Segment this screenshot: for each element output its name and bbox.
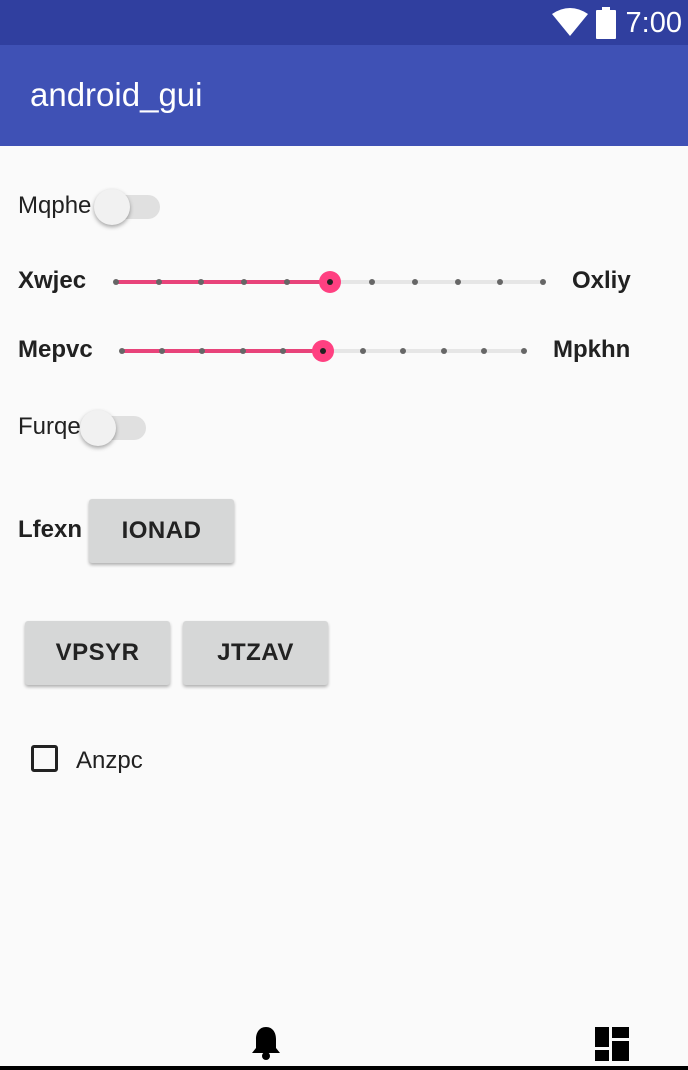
dashboard-icon[interactable] xyxy=(595,1027,629,1061)
switch-mqphe-label: Mqphe xyxy=(18,192,92,219)
ionad-button[interactable]: IONAD xyxy=(89,499,234,563)
slider-thumb[interactable] xyxy=(318,271,341,293)
slider-tick xyxy=(241,279,248,285)
jtzav-button[interactable]: JTZAV xyxy=(183,621,328,685)
wifi-icon xyxy=(552,8,588,36)
slider-tick xyxy=(360,348,367,354)
bell-icon[interactable] xyxy=(250,1025,282,1061)
slider-tick xyxy=(279,348,286,354)
vpsyr-button[interactable]: VPSYR xyxy=(25,621,170,685)
switch-thumb xyxy=(94,189,130,225)
slider-tick xyxy=(440,348,447,354)
slider-xwjec-end-label: Oxliy xyxy=(572,267,631,294)
slider-xwjec-label: Xwjec xyxy=(18,267,87,294)
slider-tick xyxy=(369,279,376,285)
lfexn-label: Lfexn xyxy=(18,516,83,543)
anzpc-checkbox[interactable] xyxy=(31,745,58,772)
slider-tick xyxy=(521,348,527,354)
slider-tick xyxy=(113,279,119,285)
battery-icon xyxy=(596,7,616,39)
slider-tick xyxy=(454,279,461,285)
slider-xwjec[interactable] xyxy=(113,267,546,297)
slider-tick xyxy=(199,348,206,354)
clock: 7:00 xyxy=(625,7,682,39)
slider-tick xyxy=(198,279,205,285)
slider-tick xyxy=(239,348,246,354)
slider-tick xyxy=(411,279,418,285)
slider-tick xyxy=(119,348,125,354)
switch-thumb xyxy=(80,410,116,446)
slider-fill xyxy=(122,349,323,353)
slider-mepvc-label: Mepvc xyxy=(18,336,93,363)
switch-furqe-label: Furqe xyxy=(18,413,81,440)
slider-thumb[interactable] xyxy=(312,340,334,362)
slider-fill xyxy=(116,280,330,284)
slider-mepvc[interactable] xyxy=(119,336,527,366)
slider-tick xyxy=(155,279,162,285)
navigation-bar xyxy=(0,1066,688,1070)
app-bar: android_gui xyxy=(0,45,688,146)
slider-tick xyxy=(497,279,504,285)
anzpc-checkbox-label[interactable]: Anzpc xyxy=(76,746,143,776)
slider-tick xyxy=(400,348,407,354)
slider-mepvc-end-label: Mpkhn xyxy=(553,336,631,363)
slider-tick xyxy=(480,348,487,354)
slider-tick xyxy=(540,279,546,285)
slider-tick xyxy=(159,348,166,354)
status-bar: 7:00 xyxy=(0,0,688,45)
slider-tick xyxy=(283,279,290,285)
app-title: android_gui xyxy=(30,76,203,113)
